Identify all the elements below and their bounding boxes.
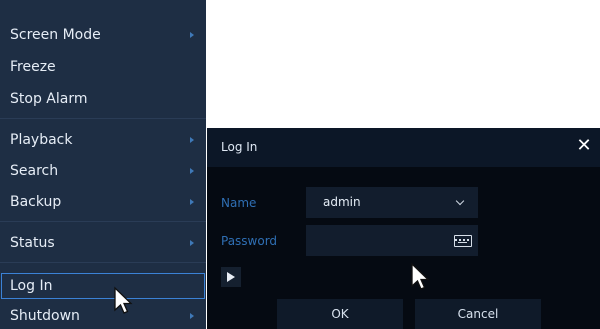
- chevron-right-icon: [190, 240, 194, 246]
- play-icon: [227, 272, 235, 282]
- menu-item-backup[interactable]: Backup: [0, 189, 206, 215]
- keyboard-icon[interactable]: [454, 235, 472, 247]
- menu-divider: [0, 221, 206, 222]
- menu-divider: [0, 262, 206, 263]
- menu-item-freeze[interactable]: Freeze: [0, 54, 206, 80]
- screen: Screen Mode Freeze Stop Alarm Playback S…: [0, 0, 600, 329]
- ok-button[interactable]: OK: [277, 299, 403, 329]
- menu-item-label: Search: [10, 163, 59, 179]
- chevron-down-icon: [455, 196, 465, 206]
- menu-item-status[interactable]: Status: [0, 230, 206, 256]
- menu-item-label: Log In: [10, 278, 53, 294]
- chevron-right-icon: [190, 32, 194, 38]
- menu-item-label: Freeze: [10, 59, 56, 75]
- menu-item-screen-mode[interactable]: Screen Mode: [0, 22, 206, 48]
- name-select[interactable]: admin: [306, 187, 478, 218]
- menu-item-stop-alarm[interactable]: Stop Alarm: [0, 86, 206, 112]
- name-label: Name: [221, 196, 257, 210]
- play-button[interactable]: [221, 267, 241, 287]
- mouse-cursor-icon: [411, 262, 430, 290]
- context-menu: Screen Mode Freeze Stop Alarm Playback S…: [0, 0, 206, 329]
- chevron-right-icon: [190, 199, 194, 205]
- mouse-cursor-icon: [114, 286, 133, 314]
- password-label: Password: [221, 234, 278, 248]
- chevron-right-icon: [190, 313, 194, 319]
- menu-item-label: Status: [10, 235, 55, 251]
- menu-item-label: Playback: [10, 132, 73, 148]
- menu-item-search[interactable]: Search: [0, 158, 206, 184]
- chevron-right-icon: [190, 168, 194, 174]
- menu-item-log-in[interactable]: Log In: [0, 272, 206, 300]
- dialog-header: Log In ✕: [207, 128, 600, 167]
- password-field[interactable]: [306, 225, 478, 256]
- menu-item-shutdown[interactable]: Shutdown: [0, 303, 206, 329]
- menu-item-label: Screen Mode: [10, 27, 101, 43]
- chevron-right-icon: [190, 137, 194, 143]
- menu-item-label: Stop Alarm: [10, 91, 88, 107]
- close-icon[interactable]: ✕: [575, 137, 593, 155]
- menu-item-playback[interactable]: Playback: [0, 127, 206, 153]
- menu-item-label: Backup: [10, 194, 62, 210]
- login-dialog: Log In ✕ Name admin Password OK Cancel: [207, 128, 600, 329]
- name-value: admin: [323, 195, 361, 209]
- menu-item-label: Shutdown: [10, 308, 80, 324]
- cancel-button[interactable]: Cancel: [415, 299, 541, 329]
- dialog-title: Log In: [221, 140, 258, 154]
- menu-divider: [0, 118, 206, 119]
